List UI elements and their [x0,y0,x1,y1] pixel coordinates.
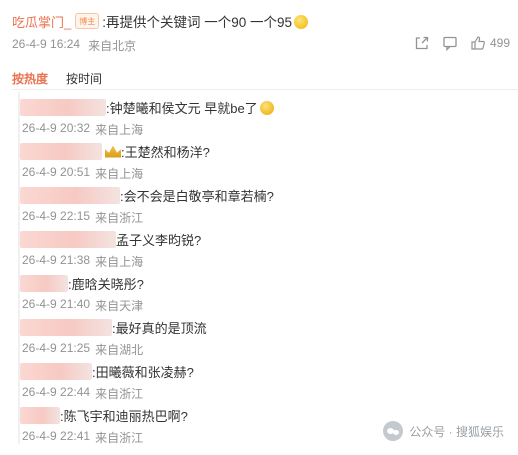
post-date: 26-4-9 16:24 [12,37,81,51]
reply-item: :钟楚曦和侯文元 早就be了 26-4-9 20:32 来自上海 [20,92,508,137]
post-header: 吃瓜掌门_ 博主 :再提供个关键词 一个90 一个95 [12,10,508,32]
blurred-username [20,363,92,380]
reply-item: :会不会是白敬亭和章若楠? 26-4-9 22:15 来自浙江 [20,180,508,225]
reply-location: 来自浙江 [95,431,144,445]
blurred-username [20,407,60,424]
blurred-username [20,319,112,336]
reply-date: 26-4-9 22:41 [22,429,91,443]
like-button[interactable]: 499 [470,35,510,51]
post-author[interactable]: 吃瓜掌门_ [12,12,71,31]
thumbs-up-icon [471,36,485,50]
tab-by-time[interactable]: 按时间 [66,70,102,87]
crown-icon [105,145,121,158]
laughing-emoji-icon [259,100,274,115]
comment-icon[interactable] [442,35,458,51]
wechat-logo-icon [383,421,404,441]
blurred-username [20,187,120,204]
reply-list: :钟楚曦和侯文元 早就be了 26-4-9 20:32 来自上海 :王楚然和杨洋?… [18,92,508,445]
blurred-username [20,231,116,248]
sort-tabs: 按热度 按时间 [12,70,102,87]
reply-text: :会不会是白敬亭和章若楠? [120,189,274,204]
reply-text: :钟楚曦和侯文元 早就be了 [106,101,258,116]
reply-item: :鹿晗关晓彤? 26-4-9 21:40 来自天津 [20,268,508,313]
reply-text: :王楚然和杨洋? [121,145,210,160]
reply-text: 孟子义李昀锐? [116,233,202,248]
divider [12,89,518,90]
post-text: :再提供个关键词 一个90 一个95 [102,11,309,31]
reply-item: 孟子义李昀锐? 26-4-9 21:38 来自上海 [20,224,508,269]
like-count: 499 [489,36,510,50]
blurred-username [20,143,102,160]
blogger-badge: 博主 [75,13,100,29]
watermark: 公众号 · 搜狐娱乐 [383,421,504,441]
reply-text: :鹿晗关晓彤? [68,277,144,292]
reply-item: :最好真的是顶流 26-4-9 21:25 来自湖北 [20,312,508,357]
reply-item: :王楚然和杨洋? 26-4-9 20:51 来自上海 [20,136,508,181]
blurred-username [20,275,68,292]
reply-text: :最好真的是顶流 [112,321,207,336]
thinking-emoji-icon [294,15,309,29]
post-actions: 499 [414,35,510,51]
post-location: 来自北京 [88,39,137,53]
post-meta: 26-4-9 16:24 来自北京 [12,37,136,54]
reply-text: :陈飞宇和迪丽热巴啊? [60,409,188,424]
reply-text: :田曦薇和张凌赫? [92,365,194,380]
share-icon[interactable] [414,35,430,51]
reply-item: :田曦薇和张凌赫? 26-4-9 22:44 来自浙江 [20,356,508,401]
tab-by-popularity[interactable]: 按热度 [12,70,48,87]
watermark-text: 公众号 · 搜狐娱乐 [409,424,504,439]
blurred-username [20,99,106,116]
